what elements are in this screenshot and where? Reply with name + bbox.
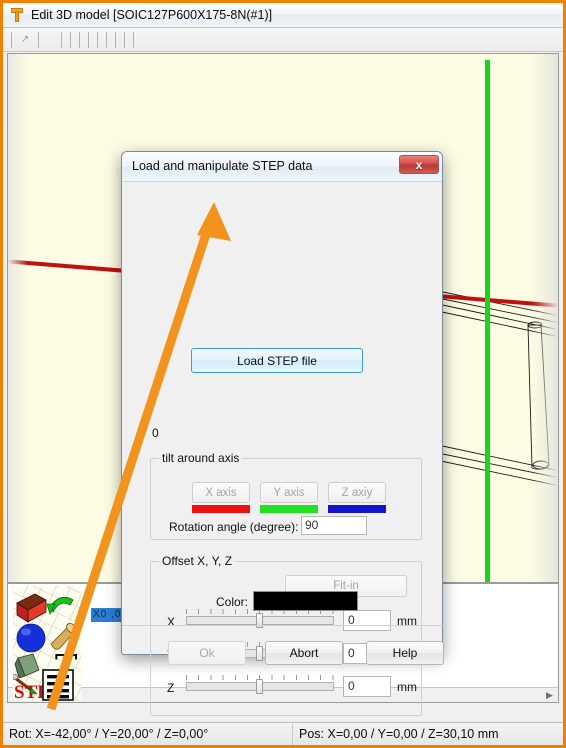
- dialog-body: Load STEP file 0 tilt around axis X axis…: [122, 183, 444, 716]
- y-axis-color-bar: [260, 505, 318, 513]
- palette-icon-group: T STP: [13, 593, 78, 701]
- tilt-group-legend: tilt around axis: [159, 451, 243, 465]
- rotation-angle-input[interactable]: 90: [301, 516, 367, 535]
- offset-group-legend: Offset X, Y, Z: [159, 554, 236, 568]
- step-data-dialog: Load and manipulate STEP data x Load STE…: [121, 151, 444, 716]
- window-titlebar: Edit 3D model [SOIC127P600X175-8N(#1)]: [3, 3, 563, 28]
- toolbar-separator: [97, 31, 98, 48]
- status-position: Pos: X=0,00 / Y=0,00 / Z=30,10 mm: [299, 726, 499, 741]
- viewport-shade-left: [8, 54, 28, 582]
- offset-xyz-group: Offset X, Y, Z Fit-in X 0 mm Y: [150, 554, 423, 716]
- status-bar: Rot: X=-42,00° / Y=20,00° / Z=0,00° Pos:…: [3, 722, 563, 745]
- offset-z-input[interactable]: 0: [343, 676, 391, 697]
- application-icon: [9, 7, 25, 23]
- x-axis-color-bar: [192, 505, 250, 513]
- viewport-shade-right: [532, 54, 558, 582]
- main-toolbar[interactable]: ↗: [3, 28, 563, 52]
- tilt-y-axis-button[interactable]: Y axis: [260, 482, 318, 503]
- color-label: Color:: [216, 595, 249, 609]
- dialog-title: Load and manipulate STEP data: [132, 159, 313, 173]
- offset-x-input[interactable]: 0: [343, 610, 391, 631]
- abort-button[interactable]: Abort: [265, 641, 343, 665]
- offset-z-label: Z: [167, 681, 175, 695]
- offset-z-row: Z 0 mm: [151, 673, 423, 703]
- toolbar-separator: [115, 31, 116, 48]
- close-icon[interactable]: x: [399, 155, 439, 174]
- plane-shape-tool: [14, 653, 40, 679]
- offset-x-row: X 0 mm: [151, 607, 423, 637]
- toolbar-separator: [38, 31, 39, 48]
- scroll-right-icon[interactable]: ▶: [544, 690, 555, 701]
- offset-z-unit: mm: [397, 680, 417, 694]
- list-tool: [42, 669, 74, 701]
- step-count-label: 0: [152, 426, 159, 440]
- tilt-x-axis-button[interactable]: X axis: [192, 482, 250, 503]
- color-swatch[interactable]: [253, 591, 358, 611]
- z-axis-color-bar: [328, 505, 386, 513]
- arc-shape-tool: [46, 596, 74, 616]
- slider-thumb[interactable]: [256, 679, 263, 694]
- tilt-around-axis-group: tilt around axis X axis Y axis Z axiy Ro…: [150, 451, 422, 540]
- toolbar-separator: [11, 31, 12, 48]
- dialog-footer-separator: [122, 625, 444, 626]
- dialog-titlebar: Load and manipulate STEP data x: [122, 152, 442, 182]
- help-button[interactable]: Help: [366, 641, 444, 665]
- pointer-icon[interactable]: ↗: [16, 32, 34, 48]
- offset-x-slider[interactable]: [186, 607, 334, 637]
- tilt-z-axis-button[interactable]: Z axiy: [328, 482, 386, 503]
- toolbar-separator: [79, 31, 80, 48]
- window-title: Edit 3D model [SOIC127P600X175-8N(#1)]: [31, 8, 273, 22]
- toolbar-separator: [61, 31, 62, 48]
- application-window: Edit 3D model [SOIC127P600X175-8N(#1)] ↗: [0, 0, 566, 748]
- toolbar-separator: [106, 31, 107, 48]
- shape-palette-toolbar[interactable]: T STP: [13, 586, 81, 701]
- y-axis-line: [485, 60, 490, 582]
- toolbar-separator: [88, 31, 89, 48]
- load-step-file-button[interactable]: Load STEP file: [191, 348, 363, 373]
- cylinder-shape-tool: [50, 623, 77, 650]
- ok-button[interactable]: Ok: [168, 641, 246, 665]
- toolbar-separator: [70, 31, 71, 48]
- toolbar-separator: [133, 31, 134, 48]
- status-rotation: Rot: X=-42,00° / Y=20,00° / Z=0,00°: [3, 723, 293, 745]
- slider-thumb[interactable]: [256, 646, 263, 661]
- offset-z-slider[interactable]: [186, 673, 334, 703]
- box-shape-tool: [16, 593, 47, 623]
- rotation-angle-label: Rotation angle (degree):: [169, 520, 299, 534]
- toolbar-separator: [124, 31, 125, 48]
- sphere-shape-tool: [16, 623, 46, 653]
- offset-x-label: X: [167, 615, 176, 629]
